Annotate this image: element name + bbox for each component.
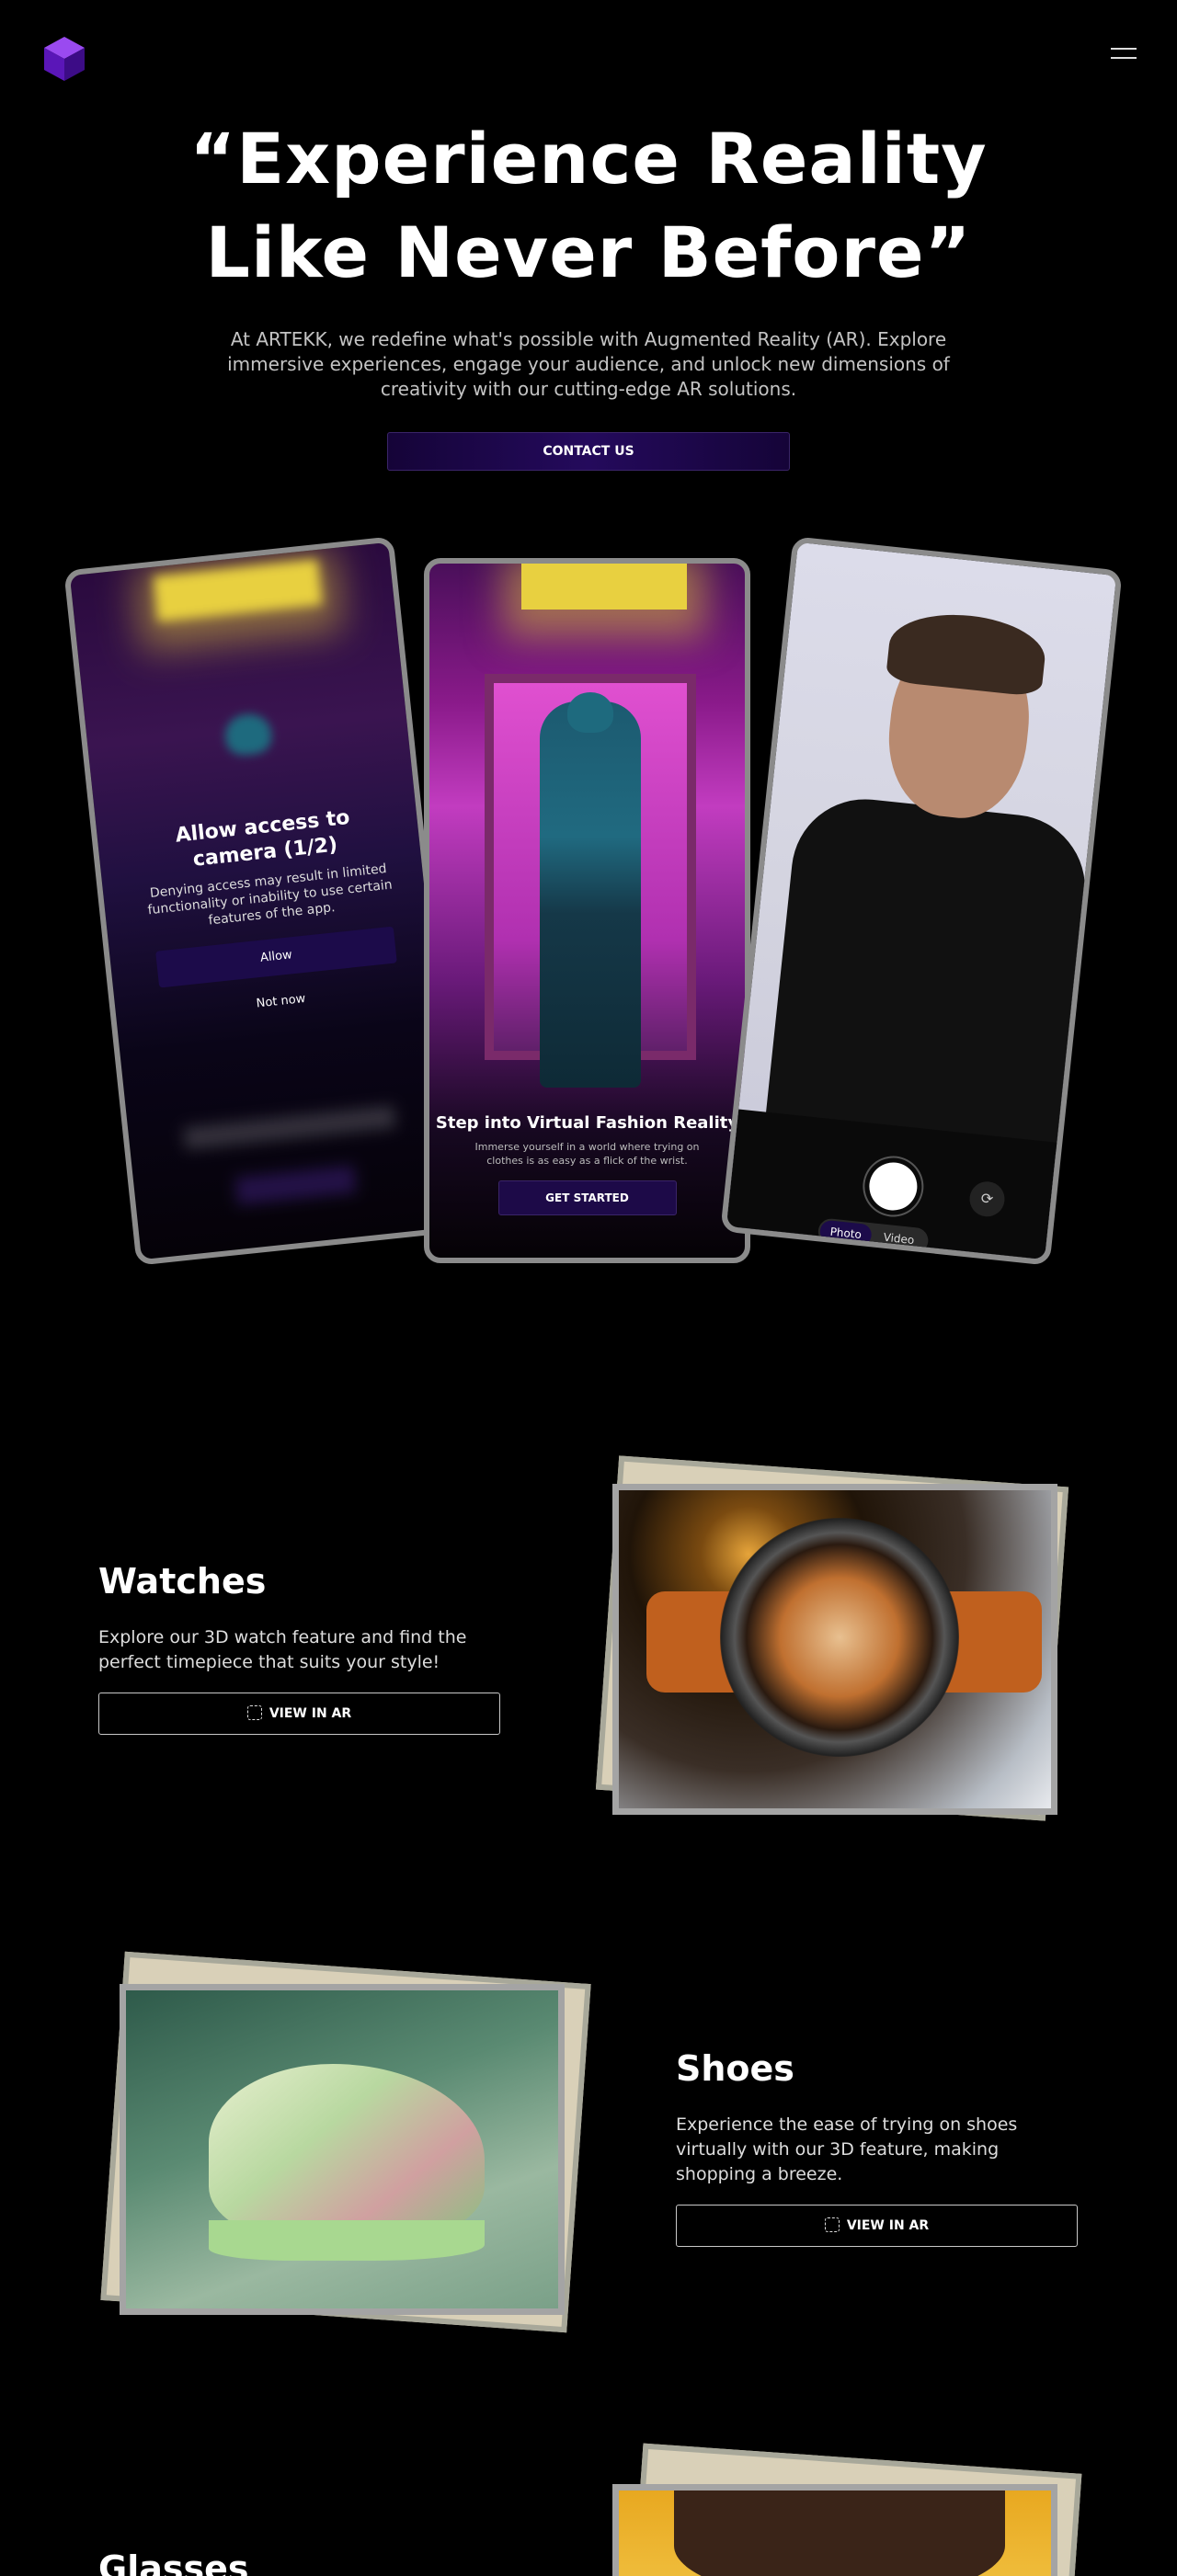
glasses-image (612, 2484, 1057, 2576)
camera-permission-dialog: Allow access to camera (1/2) Denying acc… (133, 801, 410, 1029)
shoe-image (120, 1984, 565, 2315)
watches-view-in-ar-button[interactable]: VIEW IN AR (98, 1693, 500, 1735)
shoes-ar-label: VIEW IN AR (846, 2218, 930, 2233)
get-started-button[interactable]: GET STARTED (497, 1180, 677, 1215)
model-hair (674, 2491, 1005, 2576)
ceiling-light (521, 564, 687, 610)
watch-image (612, 1484, 1057, 1815)
blurred-text (183, 1105, 396, 1150)
person-body (765, 792, 1092, 1152)
watches-ar-label: VIEW IN AR (269, 1706, 352, 1721)
hamburger-menu-icon[interactable] (1111, 42, 1138, 64)
watch-face (720, 1518, 959, 1757)
glasses-title: Glasses (98, 2548, 249, 2576)
fashion-title: Step into Virtual Fashion Reality (435, 1113, 739, 1133)
fashion-caption: Step into Virtual Fashion Reality Immers… (429, 1113, 745, 1215)
phone-fashion: Step into Virtual Fashion Reality Immers… (424, 558, 750, 1263)
person-figure (540, 701, 641, 1088)
shoes-view-in-ar-button[interactable]: VIEW IN AR (676, 2205, 1078, 2247)
video-mode-tab[interactable]: Video (872, 1225, 925, 1253)
hero-subtitle: At ARTEKK, we redefine what's possible w… (227, 328, 950, 400)
phone-camera-permission: Allow access to camera (1/2) Denying acc… (63, 536, 466, 1266)
blurred-figure (223, 712, 274, 758)
cube-logo-icon[interactable] (40, 33, 88, 85)
ar-scan-icon (824, 2217, 840, 2232)
watches-title: Watches (98, 1561, 267, 1601)
ar-scan-icon (246, 1705, 262, 1720)
shoe-upper (209, 2064, 485, 2239)
shoe-sole (209, 2220, 485, 2261)
hero-title: “Experience Reality Like Never Before” (189, 118, 988, 293)
shoes-title: Shoes (676, 2048, 794, 2089)
person-head (567, 692, 613, 733)
fashion-text: Immerse yourself in a world where trying… (474, 1141, 700, 1167)
contact-us-button[interactable]: CONTACT US (387, 432, 790, 471)
blurred-button (234, 1165, 357, 1205)
ceiling-light (153, 558, 323, 622)
shoes-description: Experience the ease of trying on shoes v… (676, 2114, 1018, 2184)
watches-description: Explore our 3D watch feature and find th… (98, 1627, 467, 1672)
photo-mode-tab[interactable]: Photo (818, 1219, 873, 1248)
phone-camera: ⟳ Photo Video (720, 536, 1123, 1266)
